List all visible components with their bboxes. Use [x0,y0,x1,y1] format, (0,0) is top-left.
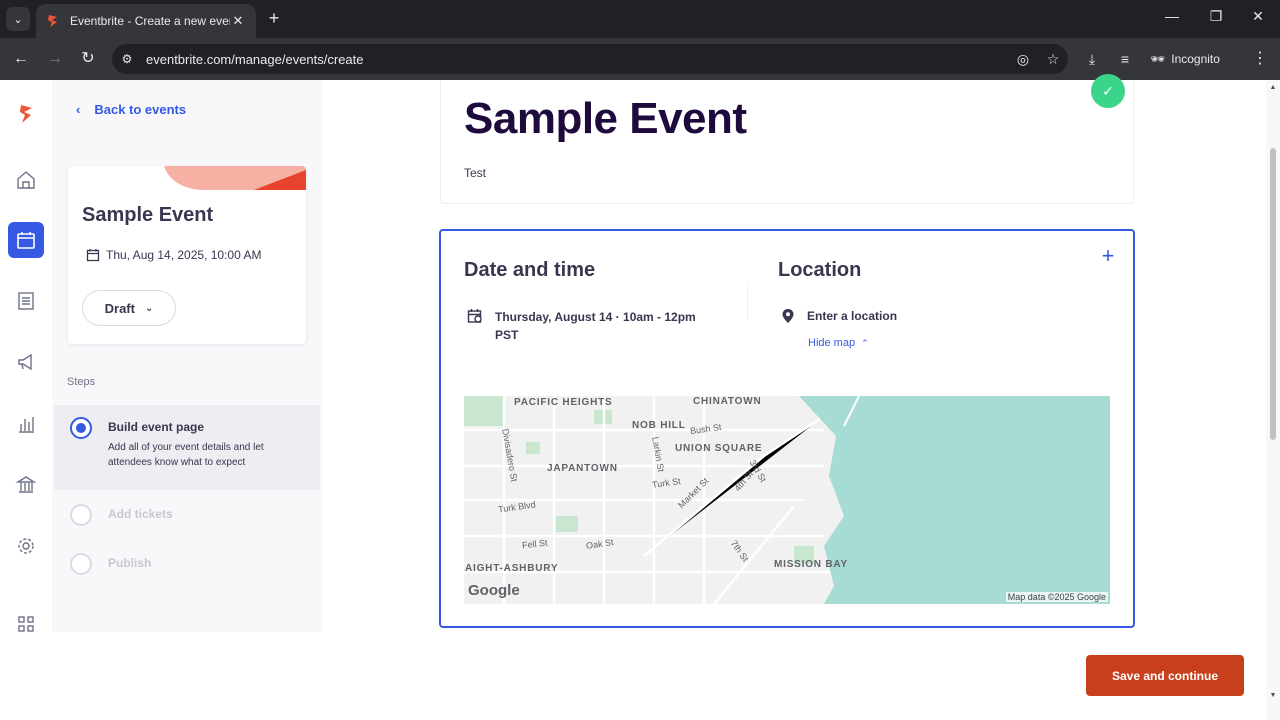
date-time-value: Thursday, August 14 · 10am - 12pm PST [495,310,696,342]
event-card-date: Thu, Aug 14, 2025, 10:00 AM [86,248,261,262]
map-neighborhood-label: CHINATOWN [693,396,762,407]
site-info-icon[interactable]: ⚙ [112,52,142,66]
browser-toolbar: ← → ↻ ⚙ eventbrite.com/manage/events/cre… [0,38,1280,80]
new-tab-button[interactable]: + [264,8,284,28]
section-divider [747,286,748,320]
date-time-heading: Date and time [464,259,596,281]
chevron-left-icon: ‹ [76,102,81,117]
minimize-icon[interactable]: — [1162,8,1182,24]
incognito-label: Incognito [1171,52,1220,66]
map-neighborhood-label: UNION SQUARE [675,443,763,454]
event-banner-image [164,166,306,190]
map-attribution[interactable]: Map data ©2025 Google [1005,592,1108,602]
chevron-down-icon: ⌄ [144,302,154,314]
event-card-date-text: Thu, Aug 14, 2025, 10:00 AM [106,248,262,262]
reports-chart-icon[interactable] [8,406,44,442]
page-scrollbar[interactable]: ▲ ▼ [1266,80,1280,720]
incognito-icon: 🕶 [1150,52,1166,66]
apps-grid-icon[interactable] [8,606,44,642]
event-title[interactable]: Sample Event [464,94,747,144]
location-value: Enter a location [807,309,898,323]
hide-map-label: Hide map [808,337,856,349]
calendar-clock-icon [467,309,482,323]
finance-bank-icon[interactable] [8,467,44,503]
step-add-tickets[interactable]: Add tickets [70,504,173,526]
eventbrite-logo-icon[interactable] [8,96,44,132]
settings-gear-icon[interactable] [8,528,44,564]
forward-arrow-icon[interactable]: → [44,48,66,70]
steps-heading: Steps [67,376,96,388]
restore-icon[interactable]: ❐ [1206,8,1226,25]
icon-rail [0,80,52,632]
home-icon[interactable] [8,162,44,198]
eventbrite-favicon-icon [48,15,57,27]
step-title: Add tickets [108,507,173,521]
completed-check-icon: ✓ [1091,74,1125,108]
app-root: ‹ Back to events Sample Event Thu, Aug 1… [0,74,1280,720]
date-time-row[interactable]: Thursday, August 14 · 10am - 12pm PST [467,308,715,344]
orders-list-icon[interactable] [8,283,44,319]
step-description: Add all of your event details and let at… [108,442,264,468]
map-neighborhood-label: AIGHT-ASHBURY [465,563,559,574]
eye-off-icon[interactable]: ◎ [1008,51,1038,68]
reload-icon[interactable]: ↻ [77,48,99,70]
step-publish[interactable]: Publish [70,553,151,575]
address-bar[interactable]: ⚙ eventbrite.com/manage/events/create ◎ … [112,44,1068,74]
star-icon[interactable]: ☆ [1038,51,1068,68]
location-row[interactable]: Enter a location [781,308,897,324]
map-background [464,396,1110,604]
step-build-event-page[interactable]: Build event page Add all of your event d… [70,417,288,470]
save-and-continue-button[interactable]: Save and continue [1086,655,1244,696]
step-radio[interactable] [70,553,92,575]
scroll-thumb[interactable] [1270,148,1276,440]
chevron-up-icon: ⌃ [861,337,869,348]
browser-menu-icon[interactable]: ⋮ [1252,48,1268,68]
close-tab-icon[interactable]: ✕ [230,13,246,29]
event-summary[interactable]: Test [464,166,486,180]
scroll-up-icon[interactable]: ▲ [1268,84,1278,91]
step-title: Build event page [108,420,205,434]
back-to-events-label: Back to events [94,102,187,117]
map-neighborhood-label: MISSION BAY [774,559,849,570]
map-pin-icon [782,309,794,323]
browser-tab[interactable]: Eventbrite - Create a new event ✕ [36,4,256,38]
add-icon[interactable]: + [1096,244,1120,268]
chevron-down-icon: ⌄ [13,13,23,26]
hide-map-link[interactable]: Hide map ⌃ [808,337,869,349]
incognito-indicator[interactable]: 🕶 Incognito [1150,46,1220,72]
tab-search-button[interactable]: ⌄ [6,7,30,31]
step-title: Publish [108,556,152,570]
calendar-icon[interactable] [8,222,44,258]
map-neighborhood-label: JAPANTOWN [547,463,618,474]
megaphone-icon[interactable] [8,344,44,380]
event-summary-card: Sample Event Thu, Aug 14, 2025, 10:00 AM… [68,166,306,344]
browser-tab-bar: ⌄ Eventbrite - Create a new event ✕ + — … [0,0,1280,38]
back-arrow-icon[interactable]: ← [10,48,32,70]
google-logo: Google [468,582,520,599]
event-side-panel: ‹ Back to events Sample Event Thu, Aug 1… [52,80,322,632]
step-radio-selected[interactable] [70,417,92,439]
map-neighborhood-label: PACIFIC HEIGHTS [514,397,613,408]
close-window-icon[interactable]: ✕ [1248,8,1268,25]
status-dropdown[interactable]: Draft ⌄ [82,290,176,326]
url-text[interactable]: eventbrite.com/manage/events/create [146,52,1008,67]
location-map[interactable]: PACIFIC HEIGHTS CHINATOWN NOB HILL UNION… [464,396,1110,604]
event-card-title: Sample Event [82,204,214,226]
location-heading: Location [778,259,862,281]
date-location-card: Date and time Location + Thursday, Augus… [439,229,1135,628]
event-overview-card[interactable]: Sample Event Test ✓ [440,74,1134,204]
tab-title: Eventbrite - Create a new event [70,14,230,28]
status-label: Draft [104,300,135,316]
download-icon[interactable]: ⤓ [1081,48,1103,70]
scroll-down-icon[interactable]: ▼ [1268,692,1278,699]
map-neighborhood-label: NOB HILL [632,420,686,431]
calendar-small-icon [86,249,100,262]
back-to-events-link[interactable]: ‹ Back to events [76,102,186,117]
media-control-icon[interactable]: ≡ [1114,48,1136,70]
step-radio[interactable] [70,504,92,526]
